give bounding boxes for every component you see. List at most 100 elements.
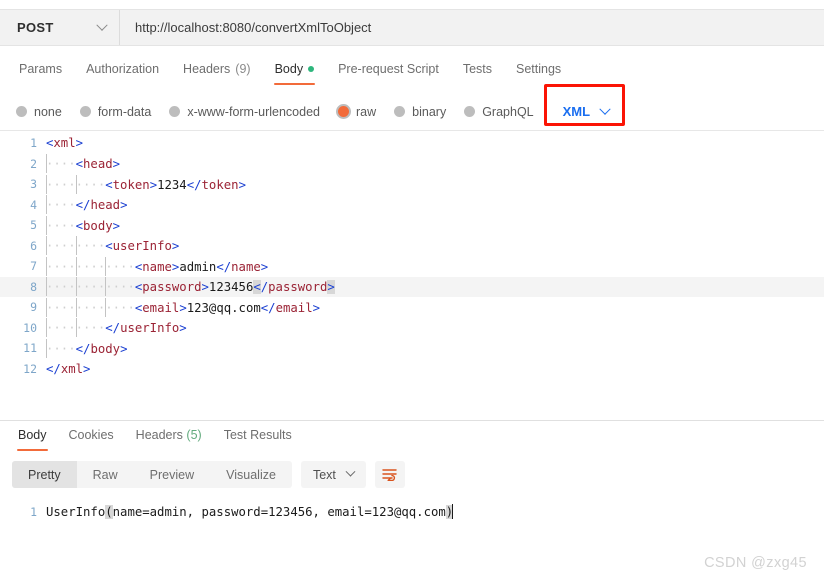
- code-content: ············<name>admin</name>: [46, 256, 268, 276]
- chevron-down-icon: [345, 466, 356, 477]
- radio-none-label: none: [34, 104, 62, 119]
- view-mode-pretty[interactable]: Pretty: [12, 461, 77, 488]
- radio-button-icon: [394, 106, 406, 117]
- view-mode-preview[interactable]: Preview: [134, 461, 210, 488]
- tab-authorization[interactable]: Authorization: [74, 58, 171, 87]
- url-input[interactable]: http://localhost:8080/convertXmlToObject: [120, 10, 824, 45]
- response-view-mode-group: Pretty Raw Preview Visualize: [12, 461, 292, 488]
- watermark: CSDN @zxg45: [704, 555, 807, 571]
- line-number: 3: [30, 177, 37, 192]
- response-format-value: Text: [312, 467, 336, 482]
- radio-x-www-form-urlencoded-label: x-www-form-urlencoded: [187, 104, 320, 119]
- response-tab-body[interactable]: Body: [7, 424, 58, 452]
- tab-headers-label: Headers: [183, 62, 231, 76]
- request-body-editor[interactable]: 1 <xml> 2 ····<head> 3 ········<token>12…: [0, 133, 824, 420]
- code-content: ····</body>: [46, 338, 127, 358]
- http-method-select[interactable]: POST: [0, 10, 120, 45]
- response-tab-cookies-label: Cookies: [68, 428, 114, 442]
- radio-form-data-label: form-data: [97, 104, 152, 119]
- radio-none[interactable]: none: [16, 105, 62, 119]
- response-separator: [0, 420, 824, 421]
- code-content: ············<password>123456</password>: [46, 277, 335, 297]
- radio-button-selected-icon: [338, 106, 349, 117]
- code-line: 9 ············<email>123@qq.com</email>: [0, 297, 824, 318]
- tab-params[interactable]: Params: [7, 58, 74, 87]
- line-number: 1: [30, 504, 37, 519]
- radio-graphql[interactable]: GraphQL: [464, 104, 534, 119]
- code-content: <xml>: [46, 136, 84, 151]
- response-tab-headers[interactable]: Headers (5): [125, 424, 213, 452]
- url-value: http://localhost:8080/convertXmlToObject: [135, 20, 372, 35]
- word-wrap-button[interactable]: [374, 461, 405, 488]
- line-number: 8: [30, 279, 37, 294]
- response-tab-test-results[interactable]: Test Results: [213, 424, 303, 452]
- tab-headers[interactable]: Headers (9): [171, 58, 263, 87]
- view-mode-preview-label: Preview: [149, 467, 195, 482]
- request-tabs: Params Authorization Headers (9) Body Pr…: [0, 58, 824, 91]
- tab-pre-request-script[interactable]: Pre-request Script: [326, 58, 451, 87]
- tab-pre-request-script-label: Pre-request Script: [338, 62, 439, 76]
- view-mode-visualize-label: Visualize: [226, 467, 276, 482]
- view-mode-raw[interactable]: Raw: [77, 461, 134, 488]
- tab-body[interactable]: Body: [263, 58, 327, 87]
- response-body-viewer[interactable]: 1 UserInfo(name=admin, password=123456, …: [0, 501, 824, 531]
- response-tab-headers-count: (5): [186, 428, 202, 442]
- code-line: 2 ····<head>: [0, 154, 824, 175]
- tab-authorization-label: Authorization: [86, 62, 160, 76]
- view-mode-pretty-label: Pretty: [28, 467, 61, 482]
- radio-graphql-label: GraphQL: [482, 104, 534, 119]
- tab-tests-label: Tests: [462, 62, 492, 76]
- tab-tests[interactable]: Tests: [451, 58, 504, 87]
- code-line: 1 UserInfo(name=admin, password=123456, …: [0, 501, 824, 522]
- body-format-select[interactable]: XML: [558, 101, 614, 122]
- response-open-paren: (: [105, 505, 113, 519]
- chevron-down-icon: [599, 103, 611, 115]
- response-tab-cookies[interactable]: Cookies: [58, 424, 125, 452]
- top-strip: [0, 0, 824, 8]
- response-body-text: UserInfo(name=admin, password=123456, em…: [46, 504, 454, 519]
- radio-button-icon: [169, 106, 181, 117]
- code-content: ········<userInfo>: [46, 236, 179, 256]
- tab-headers-count: (9): [235, 62, 251, 76]
- radio-raw-label: raw: [356, 104, 377, 119]
- tab-settings-label: Settings: [516, 62, 562, 76]
- response-toolbar: Pretty Raw Preview Visualize Text: [12, 461, 405, 488]
- code-content: ········</userInfo>: [46, 318, 187, 338]
- response-tab-body-label: Body: [18, 428, 47, 442]
- line-number: 11: [23, 341, 37, 356]
- line-number: 10: [23, 320, 37, 335]
- view-mode-visualize[interactable]: Visualize: [210, 461, 292, 488]
- http-method-label: POST: [17, 20, 54, 35]
- postman-window: POST http://localhost:8080/convertXmlToO…: [0, 0, 824, 581]
- radio-form-data[interactable]: form-data: [79, 104, 152, 119]
- tab-body-label: Body: [274, 62, 304, 76]
- text-cursor: [452, 504, 454, 519]
- code-content: ········<token>1234</token>: [46, 174, 246, 194]
- green-status-dot-icon: [308, 66, 315, 72]
- code-content: ············<email>123@qq.com</email>: [46, 297, 320, 317]
- response-tab-test-results-label: Test Results: [223, 428, 292, 442]
- radio-x-www-form-urlencoded[interactable]: x-www-form-urlencoded: [169, 105, 320, 119]
- line-number: 4: [30, 197, 37, 212]
- request-url-bar: POST http://localhost:8080/convertXmlToO…: [0, 9, 824, 46]
- code-line: 6 ········<userInfo>: [0, 236, 824, 257]
- code-line: 11 ····</body>: [0, 338, 824, 359]
- tab-settings[interactable]: Settings: [504, 58, 573, 87]
- radio-binary[interactable]: binary: [394, 105, 446, 119]
- body-type-radio-group: none form-data x-www-form-urlencoded raw…: [0, 84, 824, 131]
- response-format-select[interactable]: Text: [300, 461, 366, 488]
- radio-raw[interactable]: raw: [338, 105, 376, 119]
- code-content: </xml>: [46, 361, 91, 376]
- line-number: 5: [30, 218, 37, 233]
- code-line: 4 ····</head>: [0, 195, 824, 216]
- line-number: 1: [30, 136, 37, 151]
- tab-params-label: Params: [19, 62, 63, 76]
- radio-binary-label: binary: [412, 104, 447, 119]
- body-format-select-wrap: XML: [543, 84, 625, 126]
- radio-button-icon: [464, 106, 476, 117]
- code-line: 12 </xml>: [0, 359, 824, 380]
- line-number: 6: [30, 238, 37, 253]
- code-content: ····<body>: [46, 215, 120, 235]
- code-line: 3 ········<token>1234</token>: [0, 174, 824, 195]
- line-number: 7: [30, 259, 37, 274]
